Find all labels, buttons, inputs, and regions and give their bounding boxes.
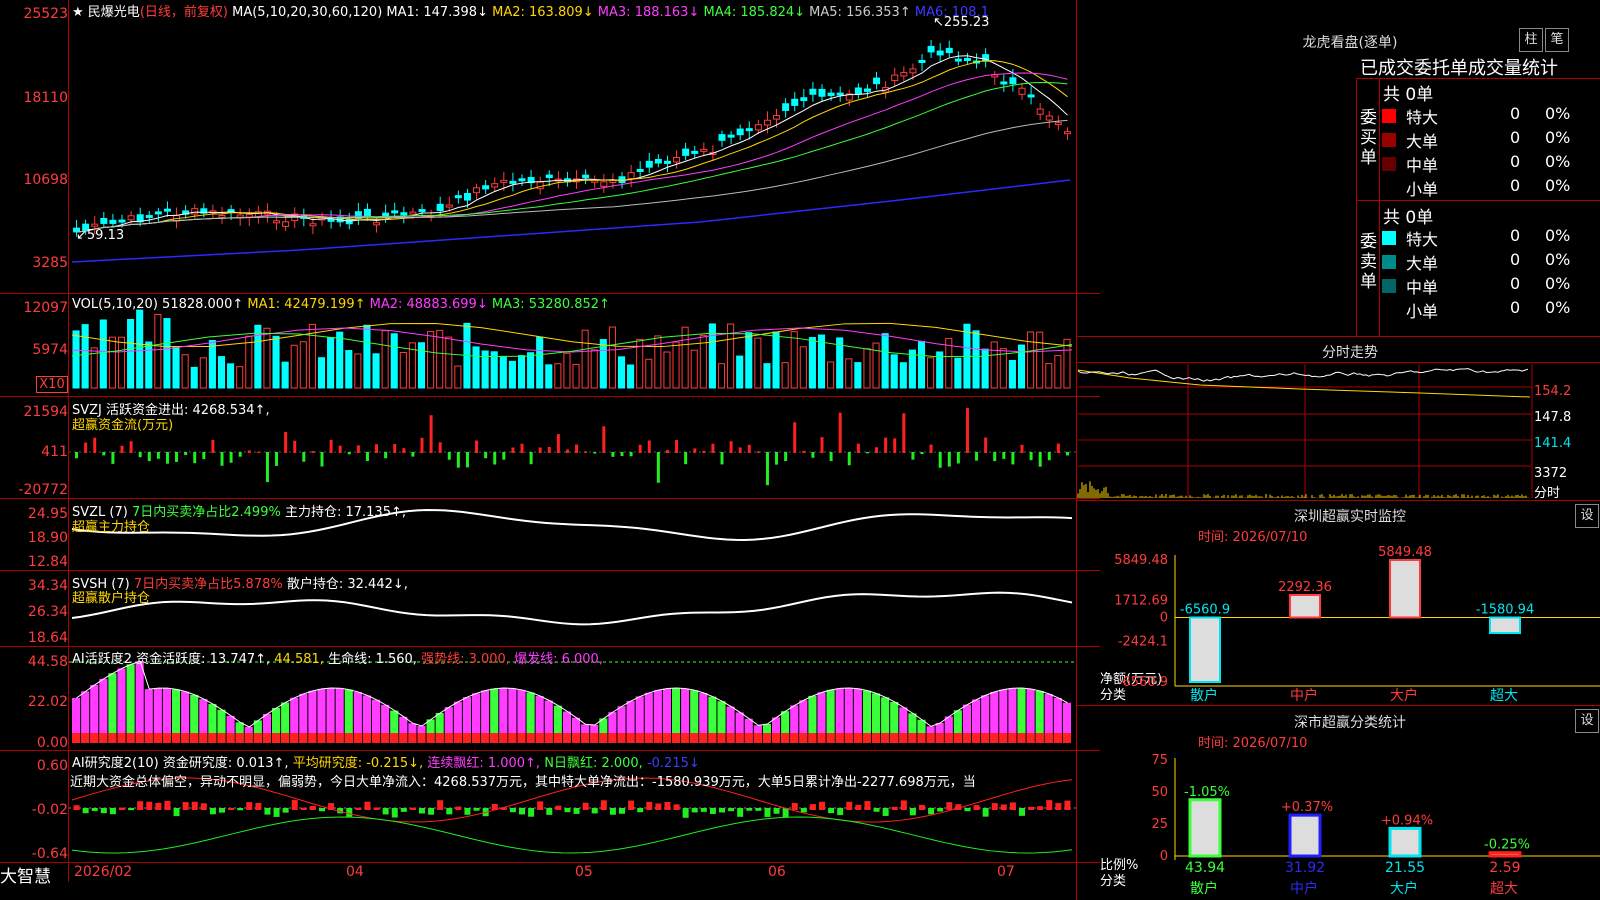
stats-bar	[1488, 851, 1522, 858]
axis-tick-label: 25	[1151, 817, 1168, 832]
axis-tick-label: 75	[1151, 753, 1168, 768]
stats-bar	[1288, 813, 1322, 858]
category-label: 超大	[1490, 881, 1518, 897]
sz-stats-chart: 75 50 25 0 -1.05% 43.94 散户 +0.37% 31.92 中户 +0.94% 2…	[1151, 753, 1600, 897]
bar-value-label: 21.55	[1385, 860, 1425, 876]
axis-tick-label: 0	[1160, 849, 1168, 864]
category-label: 中户	[1290, 880, 1318, 897]
stats-bar	[1188, 798, 1222, 858]
bar-change-label: -0.25%	[1484, 838, 1530, 853]
category-label: 大户	[1390, 880, 1418, 897]
bar-change-label: +0.37%	[1281, 800, 1333, 815]
bar-value-label: 43.94	[1185, 860, 1225, 876]
bar-value-label: 2.59	[1489, 860, 1520, 876]
stats-bar	[1388, 826, 1422, 858]
category-label: 散户	[1190, 880, 1218, 897]
bar-change-label: +0.94%	[1381, 813, 1433, 828]
bar-change-label: -1.05%	[1184, 785, 1230, 800]
bar-value-label: 31.92	[1285, 860, 1325, 876]
axis-tick-label: 50	[1151, 785, 1168, 800]
